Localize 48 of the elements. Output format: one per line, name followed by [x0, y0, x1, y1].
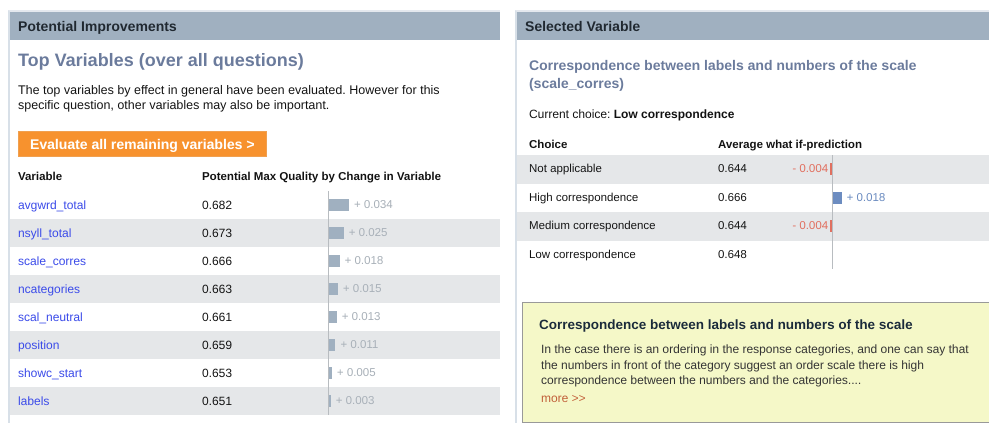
table-cell-text: 0.661: [202, 310, 234, 324]
column-header: Average what if-prediction: [718, 139, 863, 151]
table-cell-text: 0.666: [202, 254, 234, 268]
table-cell-text: 0.644: [718, 220, 748, 232]
table-cell-text: 0.648: [718, 248, 748, 261]
change-value: + 0.005: [336, 367, 376, 379]
table-cell-text: 0.653: [202, 366, 234, 380]
panel-header: Potential Improvements: [10, 12, 500, 40]
table-cell-text: 0.682: [202, 198, 234, 212]
change-value: - 0.004: [792, 163, 828, 176]
variable-link[interactable]: labels: [18, 394, 202, 408]
variable-link[interactable]: avgwrd_total: [18, 198, 202, 212]
table-cell-text: Medium correspondence: [529, 220, 657, 232]
column-header: Variable: [18, 171, 64, 183]
variable-link[interactable]: scal_neutral: [18, 310, 202, 324]
variable-link[interactable]: position: [18, 338, 202, 352]
variable-title: Correspondence between labels and numbers of the scale (scale_corres): [528, 56, 918, 92]
variable-link[interactable]: nsyll_total: [18, 226, 202, 240]
info-title: Correspondence between labels and numbers of the scale: [539, 317, 914, 332]
change-value: + 0.025: [348, 227, 388, 239]
change-value: + 0.018: [344, 255, 384, 267]
table-cell-text: Not applicable: [529, 163, 603, 176]
table-cell-text: 0.651: [202, 394, 234, 408]
table-cell-text: 0.659: [202, 338, 234, 352]
table-cell-text: High correspondence: [529, 192, 640, 204]
change-value: - 0.004: [792, 220, 828, 232]
variable-link[interactable]: showc_start: [18, 366, 202, 380]
change-value: + 0.011: [340, 339, 378, 351]
variable-link[interactable]: scale_corres: [18, 254, 202, 268]
description-text: The top variables by effect in general have been evaluated. However for this specific question, other variables may also be important.: [18, 83, 441, 113]
table-cell-text: 0.644: [718, 163, 748, 176]
change-value: + 0.018: [846, 192, 886, 204]
info-text: In the case there is an ordering in the response categories, and one can say that the numbers in front of the category suggest an order scale there is high correspondence between the numbers and the categories....: [541, 342, 970, 388]
change-value: + 0.034: [354, 199, 393, 211]
variable-link[interactable]: ncategories: [18, 282, 202, 296]
table-cell-text: Low correspondence: [529, 248, 637, 261]
change-value: + 0.013: [342, 311, 380, 323]
column-header: Potential Max Quality by Change in Variable: [202, 171, 442, 183]
table-cell-text: 0.673: [202, 226, 234, 240]
column-header: Choice: [529, 139, 568, 151]
table-cell-text: 0.663: [202, 282, 234, 296]
current-choice-text: Current choice: Low correspondence: [528, 106, 736, 121]
change-value: + 0.003: [336, 395, 374, 407]
panel-header: Selected Variable: [517, 12, 989, 40]
change-value: + 0.015: [342, 283, 382, 295]
table-cell-text: 0.666: [718, 192, 748, 204]
section-title: Top Variables (over all questions): [17, 49, 305, 71]
more-link[interactable]: more >>: [541, 390, 586, 404]
